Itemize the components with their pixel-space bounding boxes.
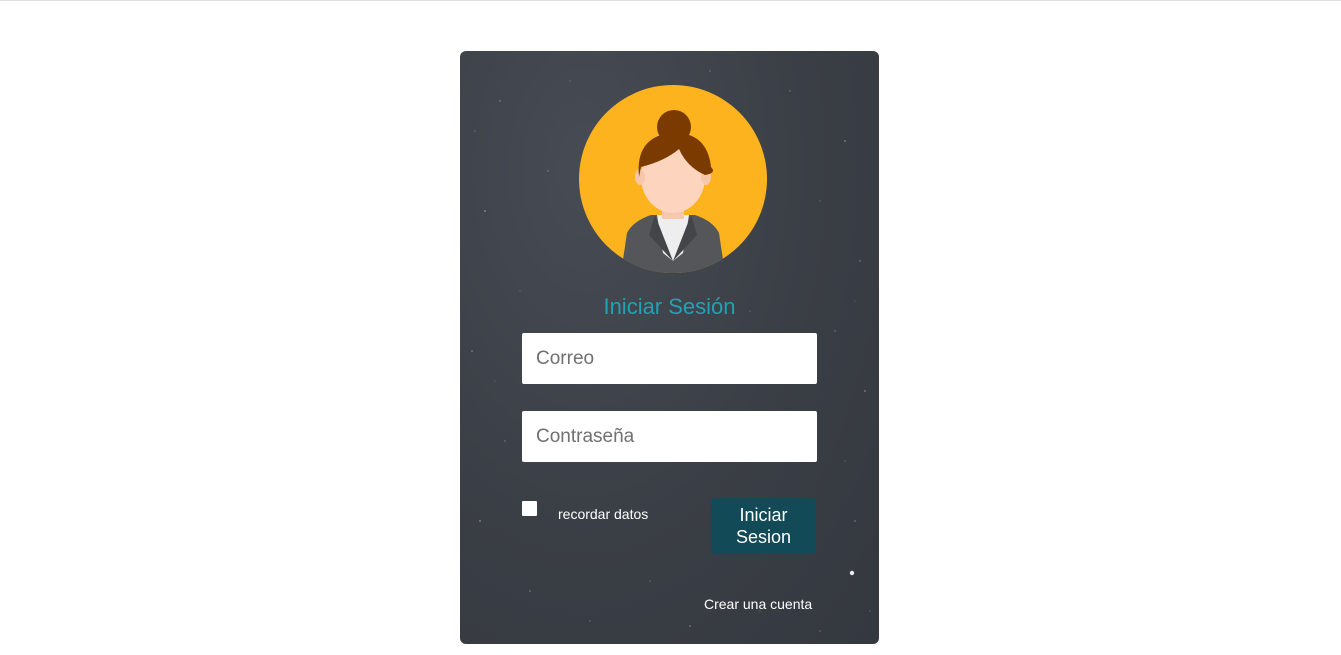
woman-user-avatar-icon <box>579 85 767 273</box>
top-divider <box>0 0 1341 1</box>
login-submit-button[interactable]: Iniciar Sesion <box>711 498 816 554</box>
create-account-link[interactable]: Crear una cuenta <box>704 596 812 612</box>
remember-checkbox[interactable] <box>522 501 537 516</box>
login-title: Iniciar Sesión <box>603 294 736 319</box>
remember-label: recordar datos <box>558 506 649 522</box>
email-input[interactable] <box>522 333 817 384</box>
password-input[interactable] <box>522 411 817 462</box>
login-card: Iniciar Sesión recordar datos Iniciar Se… <box>460 51 879 644</box>
